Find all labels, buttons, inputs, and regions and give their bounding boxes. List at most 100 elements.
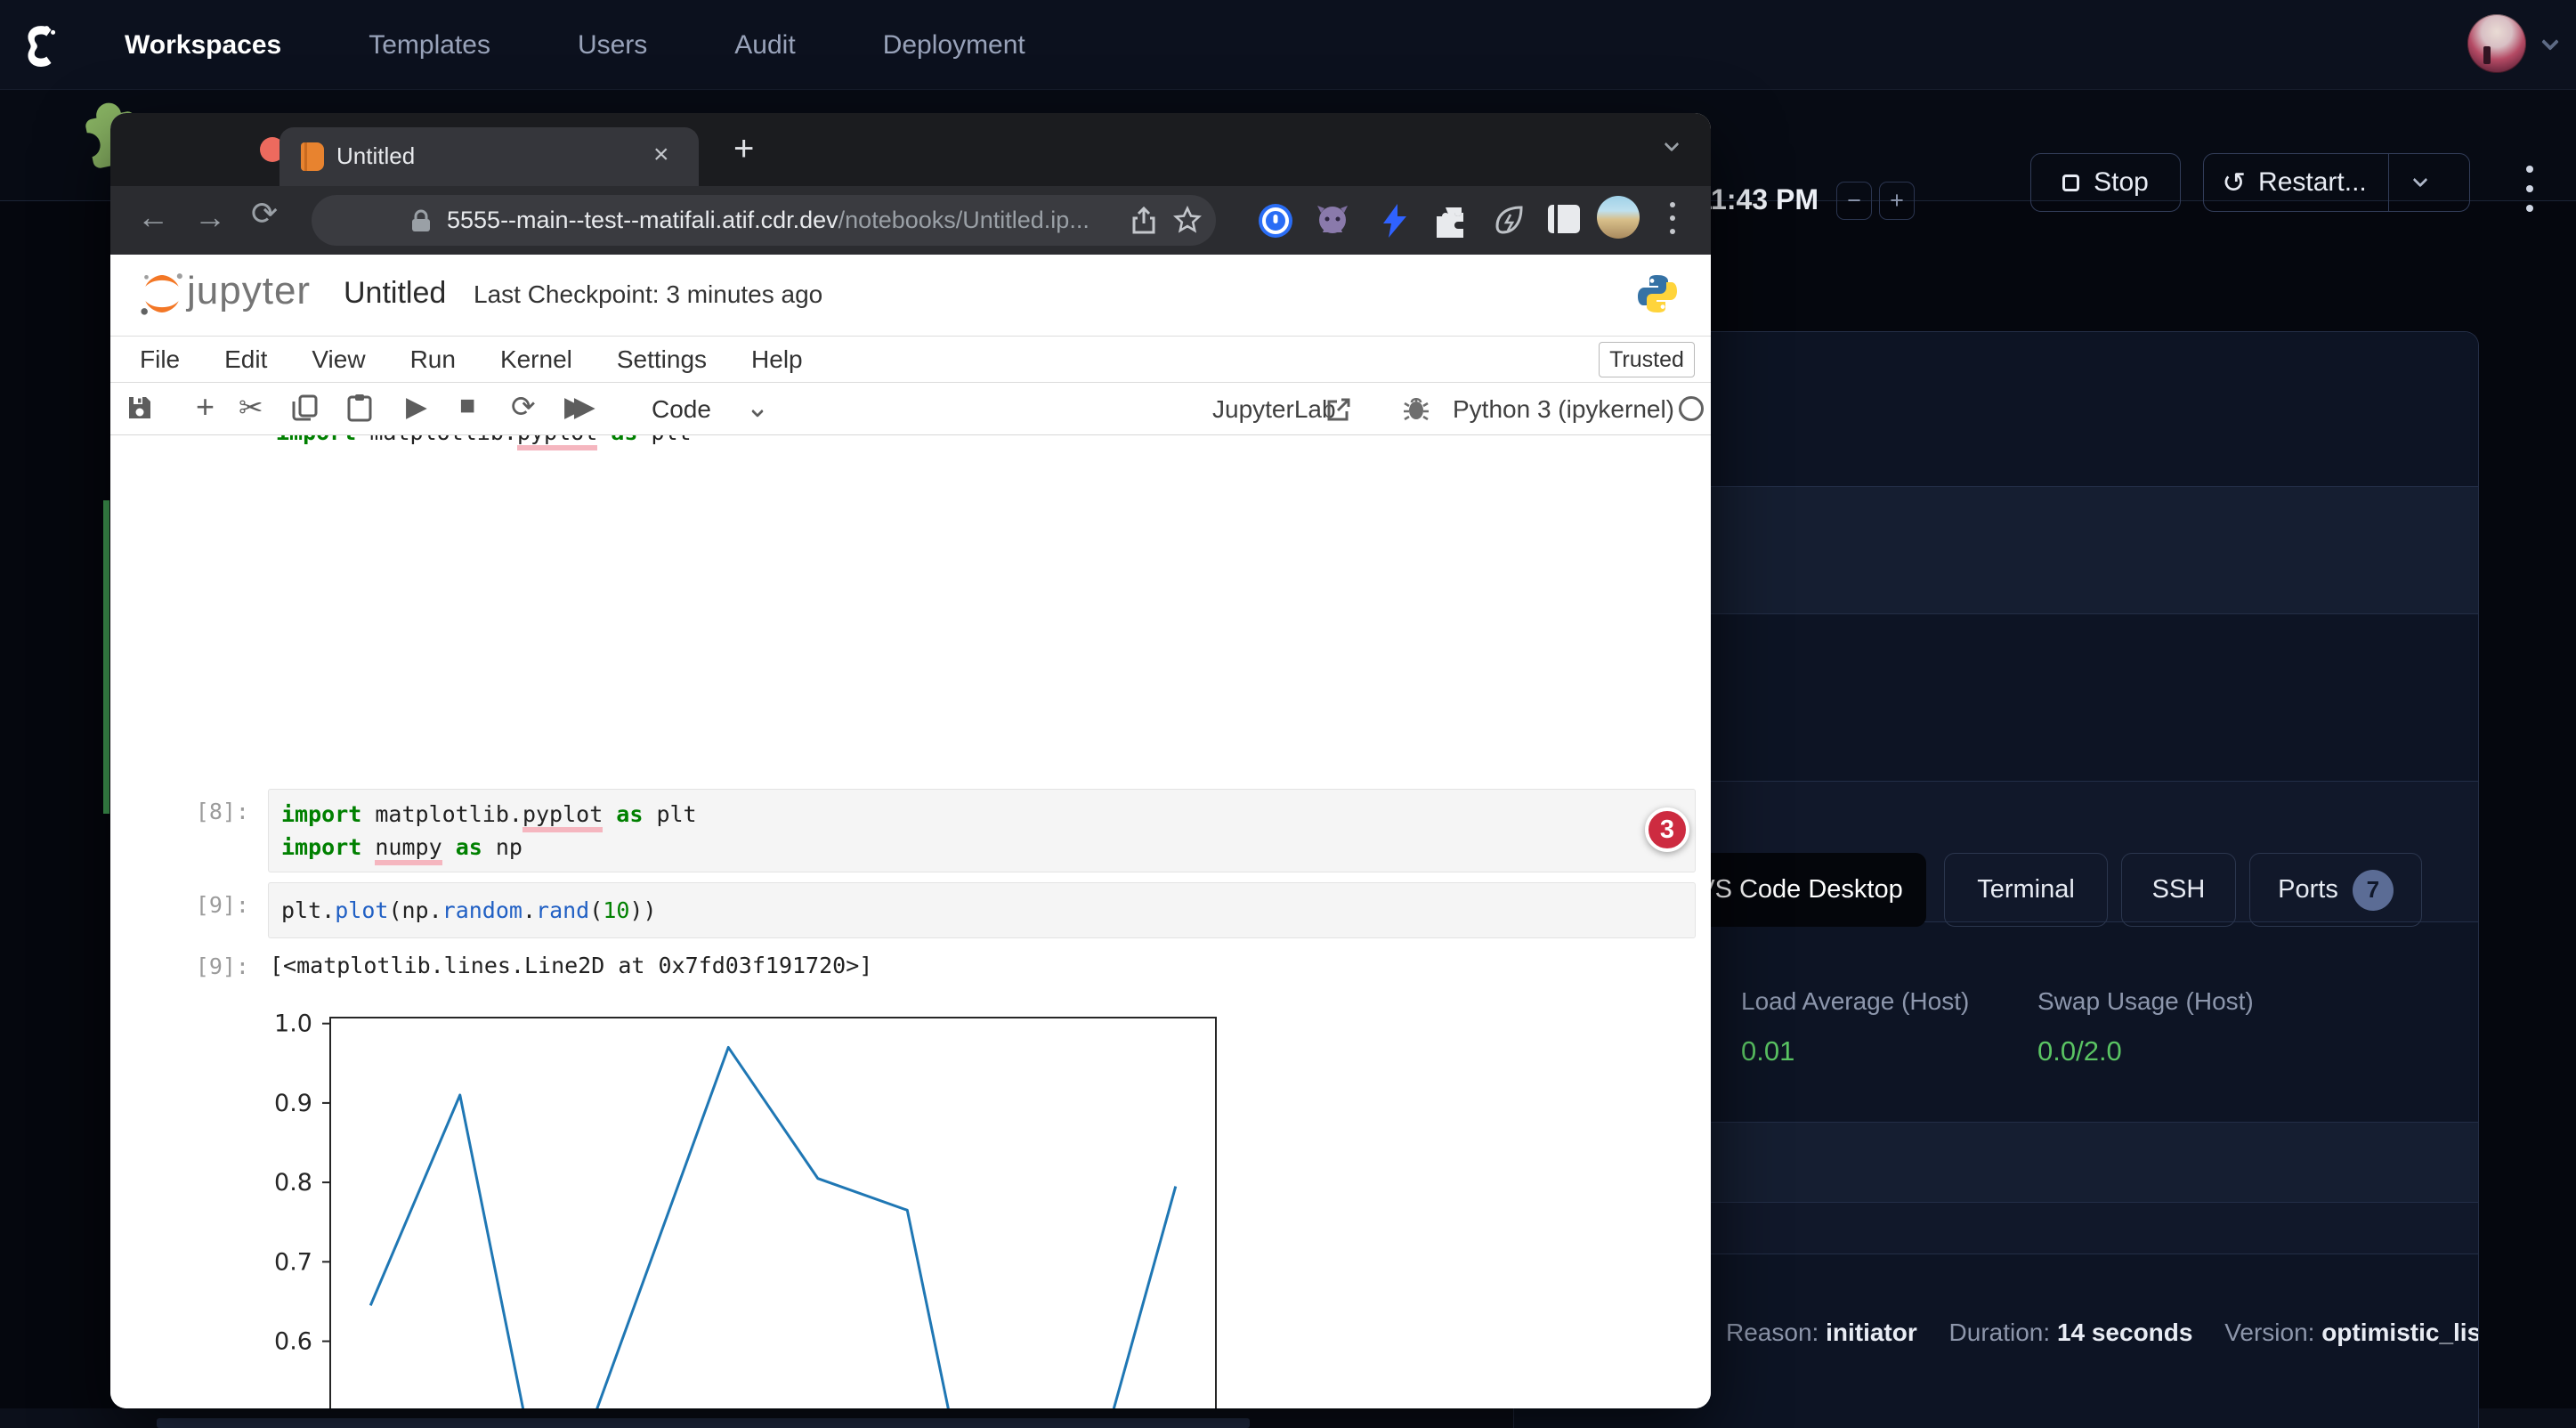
back-icon[interactable]: ←	[137, 199, 169, 236]
stat-value: 0.01	[1741, 1035, 1969, 1067]
energy-saver-leaf-icon[interactable]	[1492, 202, 1527, 242]
restart-options-chevron-icon[interactable]	[2389, 180, 2451, 185]
stop-button[interactable]: Stop	[2030, 153, 2181, 212]
trusted-button[interactable]: Trusted	[1599, 342, 1695, 377]
menu-edit[interactable]: Edit	[224, 345, 267, 374]
nav-items: Workspaces Templates Users Audit Deployment	[125, 0, 1025, 90]
nav-item-audit[interactable]: Audit	[734, 30, 795, 61]
stat-load-average: Load Average (Host) 0.01	[1741, 987, 1969, 1067]
cell-input-prompt: [9]:	[125, 892, 249, 918]
tab-title: Untitled	[336, 142, 415, 170]
url-text: 5555--main--test--matifali.atif.cdr.dev/…	[447, 207, 1090, 234]
svg-text:1.0: 1.0	[274, 1010, 312, 1038]
bolt-icon[interactable]	[1378, 202, 1410, 244]
svg-text:0.6: 0.6	[274, 1328, 312, 1356]
kernel-status-icon	[1679, 396, 1704, 421]
nav-item-templates[interactable]: Templates	[369, 30, 490, 61]
restart-kernel-icon[interactable]: ⟳	[511, 389, 536, 424]
jupyter-brand: jupyter	[187, 269, 311, 313]
cell-type-chevron-icon[interactable]	[753, 404, 762, 420]
stat-label: Load Average (Host)	[1741, 987, 1969, 1016]
app-button-terminal[interactable]: Terminal	[1944, 853, 2108, 927]
kernel-name[interactable]: Python 3 (ipykernel)	[1453, 395, 1674, 424]
menu-run[interactable]: Run	[410, 345, 456, 374]
jupyterlab-link[interactable]: JupyterLab	[1212, 395, 1336, 424]
stop-icon	[2062, 174, 2079, 191]
cut-cell-icon[interactable]: ✂	[239, 390, 263, 425]
stat-label: Swap Usage (Host)	[2037, 987, 2254, 1016]
reload-icon[interactable]: ⟳	[251, 195, 278, 232]
jupyter-menubar: File Edit View Run Kernel Settings Help Truste…	[110, 337, 1711, 383]
lock-icon	[409, 208, 433, 238]
code-cell-9[interactable]: plt.plot(np.random.rand(10))	[268, 882, 1696, 938]
build-timeline-bar	[157, 1418, 1250, 1428]
cell-type-select[interactable]: Code	[652, 395, 711, 424]
copy-cell-icon[interactable]	[292, 394, 319, 430]
workspace-time: 11:43 PM	[1697, 183, 1819, 216]
side-panel-icon[interactable]	[1547, 204, 1581, 239]
ports-count-badge: 7	[2353, 870, 2394, 911]
external-link-icon[interactable]	[1326, 397, 1351, 426]
menu-kernel[interactable]: Kernel	[500, 345, 572, 374]
paste-cell-icon[interactable]	[347, 394, 372, 429]
nav-item-deployment[interactable]: Deployment	[883, 30, 1025, 61]
zoom-out-button[interactable]: −	[1836, 182, 1872, 220]
svg-text:0.9: 0.9	[274, 1090, 312, 1117]
notebook-title[interactable]: Untitled	[344, 276, 446, 311]
interrupt-kernel-icon[interactable]: ■	[459, 391, 475, 421]
notebook-content: import matplotlib.pyplot as plt [8]: imp…	[110, 435, 1711, 1408]
zoom-in-button[interactable]: +	[1879, 182, 1915, 220]
restart-run-all-icon[interactable]: ▶▶	[564, 391, 584, 423]
menu-view[interactable]: View	[312, 345, 365, 374]
workspace-status-accent	[103, 500, 109, 814]
coder-logo-icon[interactable]	[18, 23, 62, 72]
notebook-favicon	[301, 142, 324, 171]
python-logo-icon	[1636, 272, 1679, 320]
extensions-puzzle-icon[interactable]	[1433, 204, 1467, 242]
nav-item-users[interactable]: Users	[578, 30, 647, 61]
browser-menu-kebab-icon[interactable]	[1670, 202, 1675, 242]
workspace-menu-kebab-icon[interactable]	[2526, 166, 2533, 224]
restart-icon: ↺	[2222, 166, 2246, 199]
user-menu-chevron-icon[interactable]	[2544, 36, 2564, 55]
screen: WorkspacesTemplatesUsersAuditDeployment …	[0, 0, 2576, 1428]
browser-window: Untitled × + ← → ⟳ 5555--main--test--mat…	[110, 113, 1711, 1408]
jupyter-toolbar: + ✂ ▶ ■ ⟳ ▶▶ Code JupyterLab Python 3 (i…	[110, 383, 1711, 435]
url-bar[interactable]: 5555--main--test--matifali.atif.cdr.dev/…	[312, 195, 1216, 246]
share-icon[interactable]	[1130, 207, 1157, 239]
notification-badge: 3	[1645, 807, 1689, 852]
nav-item-workspaces[interactable]: Workspaces	[125, 30, 281, 61]
build-reason-label: Reason:	[1726, 1318, 1819, 1346]
tab-search-chevron-icon[interactable]	[1666, 138, 1677, 154]
save-icon[interactable]	[126, 394, 153, 428]
browser-toolbar: ← → ⟳ 5555--main--test--matifali.atif.cd…	[110, 186, 1711, 255]
menu-settings[interactable]: Settings	[617, 345, 707, 374]
svg-text:0.7: 0.7	[274, 1248, 312, 1276]
debugger-bug-icon[interactable]	[1403, 395, 1430, 426]
new-tab-button[interactable]: +	[733, 129, 754, 169]
app-button-ssh[interactable]: SSH	[2121, 853, 2236, 927]
forward-icon[interactable]: →	[194, 199, 226, 236]
restart-button[interactable]: ↺ Restart...	[2203, 153, 2470, 212]
bookmark-star-icon[interactable]	[1173, 206, 1202, 239]
user-avatar[interactable]	[2467, 14, 2526, 73]
app-button-ports[interactable]: Ports7	[2249, 853, 2422, 927]
run-cell-icon[interactable]: ▶	[406, 391, 427, 423]
menu-file[interactable]: File	[140, 345, 180, 374]
jupyter-header: jupyter Untitled Last Checkpoint: 3 minu…	[110, 255, 1711, 337]
code-cell-8[interactable]: import matplotlib.pyplot as pltimport nu…	[268, 789, 1696, 872]
cell-input-prompt: [8]:	[125, 799, 249, 824]
matplotlib-line-chart: 024680.20.30.40.50.60.70.80.91.0	[217, 970, 1285, 1408]
password-manager-icon[interactable]	[1257, 202, 1294, 244]
jupyter-logo-icon	[137, 269, 187, 323]
browser-profile-avatar[interactable]	[1597, 196, 1640, 239]
menu-help[interactable]: Help	[751, 345, 803, 374]
app-button-vs-code-desktop[interactable]: VS Code Desktop	[1674, 853, 1926, 927]
add-cell-icon[interactable]: +	[196, 388, 215, 426]
stat-value: 0.0/2.0	[2037, 1035, 2254, 1067]
svg-text:0.8: 0.8	[274, 1169, 312, 1197]
browser-tab[interactable]: Untitled ×	[279, 127, 699, 186]
tab-close-icon[interactable]: ×	[653, 140, 669, 170]
build-duration-label: Duration:	[1949, 1318, 2051, 1346]
github-icon[interactable]	[1314, 202, 1351, 244]
